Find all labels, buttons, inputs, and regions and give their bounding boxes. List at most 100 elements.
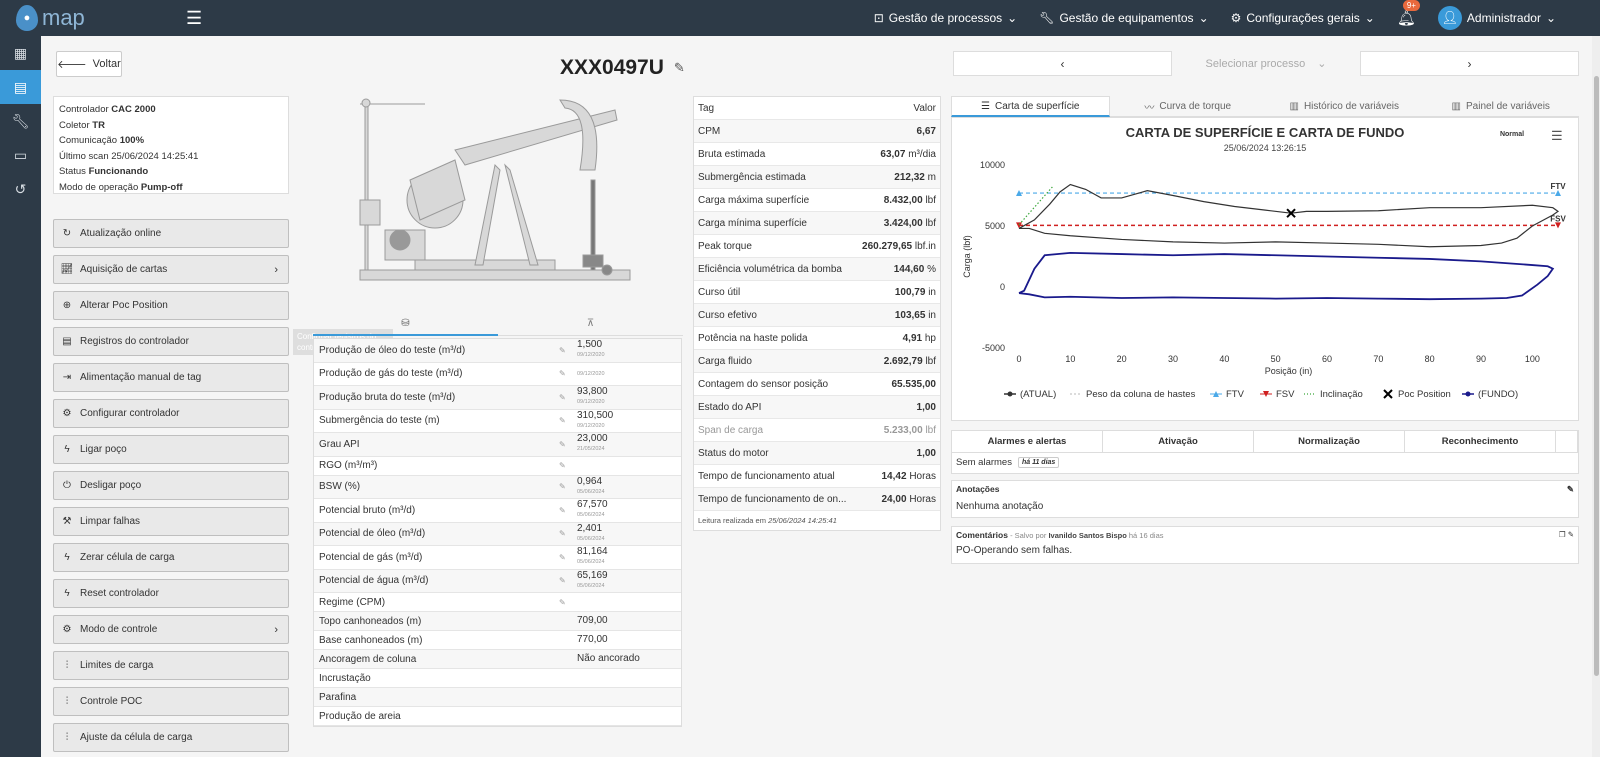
edit-value-icon[interactable]: ✎: [559, 553, 572, 562]
x-axis-label: Posição (in): [1265, 366, 1313, 376]
action-button[interactable]: ⚙ Configurar controlador: [53, 399, 289, 428]
tag-unit: in: [928, 309, 936, 321]
col-acknowledgement[interactable]: Reconhecimento: [1405, 431, 1556, 452]
power-icon: ⏻: [63, 480, 71, 491]
legend-item-label[interactable]: Poc Position: [1398, 389, 1451, 400]
row-value: 770,00: [572, 635, 681, 645]
edit-value-icon[interactable]: ✎: [559, 416, 572, 425]
legend-item-label[interactable]: FSV: [1276, 389, 1295, 400]
sidenav-monitor-icon[interactable]: ▭: [0, 138, 41, 172]
edit-value-icon[interactable]: ✎: [559, 529, 572, 538]
sliders-icon: ⫶: [65, 696, 69, 707]
edit-notes-icon[interactable]: ✎: [1567, 484, 1574, 495]
tab-torque-curve[interactable]: 〰 Curva de torque: [1109, 96, 1266, 117]
tab-variable-panel[interactable]: ▥ Painel de variáveis: [1422, 96, 1579, 117]
edit-value-icon[interactable]: ✎: [559, 506, 572, 515]
back-button[interactable]: 🡐 Voltar: [56, 51, 122, 77]
action-label: Controle POC: [80, 696, 143, 707]
brand-logo[interactable]: ● map: [16, 5, 166, 31]
reading-info: Leitura realizada em 25/06/2024 14:25:41: [694, 511, 940, 530]
table-row: Incrustação: [314, 669, 681, 688]
value-text: 2,401: [577, 522, 603, 534]
action-button[interactable]: ▤ Registros do controlador: [53, 327, 289, 356]
action-button[interactable]: ↻ Atualização online: [53, 219, 289, 248]
table-row: Curso útil 100,79 in: [694, 281, 940, 304]
action-button[interactable]: ⫶ Controle POC: [53, 687, 289, 716]
sidenav-dashboard-icon[interactable]: ▦: [0, 36, 41, 70]
edit-comment-icon[interactable]: ✎: [1568, 530, 1574, 539]
col-activation[interactable]: Ativação: [1103, 431, 1254, 452]
legend-marker: [1007, 391, 1013, 397]
edit-title-icon[interactable]: ✎: [674, 60, 685, 76]
tag-value: 4,91 hp: [903, 333, 936, 344]
comments-title: Comentários: [956, 530, 1008, 540]
action-button[interactable]: ϟ Reset controlador: [53, 579, 289, 608]
action-label: Alimentação manual de tag: [80, 372, 202, 383]
action-button[interactable]: ϟ Zerar célula de carga: [53, 543, 289, 572]
nav-processes[interactable]: ⊡ Gestão de processos ⌄: [874, 11, 1018, 25]
tab-surface-card[interactable]: ☰ Carta de superfície: [951, 96, 1110, 117]
edit-value-icon[interactable]: ✎: [559, 393, 572, 402]
registry-icon: ▤: [62, 336, 72, 347]
tag-value: 1,00: [917, 402, 936, 413]
tab-production[interactable]: ⛁: [313, 318, 498, 336]
tag-number: 4,91: [902, 332, 923, 344]
notifications-button[interactable]: 🔔︎ 9+: [1397, 0, 1420, 27]
list-icon: ☰: [981, 100, 990, 112]
action-button[interactable]: ⏻ Desligar poço: [53, 471, 289, 500]
next-process-button[interactable]: ›: [1360, 51, 1579, 76]
menu-toggle-icon[interactable]: ☰: [186, 8, 202, 29]
sidenav-history-icon[interactable]: ↺: [0, 172, 41, 206]
nav-settings[interactable]: ⚙ Configurações gerais ⌄: [1231, 11, 1375, 25]
legend-item-label[interactable]: (ATUAL): [1020, 389, 1056, 400]
x-tick-label: 80: [1425, 354, 1435, 364]
scrollbar-thumb[interactable]: [1594, 76, 1599, 676]
edit-value-icon[interactable]: ✎: [559, 598, 572, 607]
table-row: Status do motor 1,00: [694, 442, 940, 465]
tab-well-config[interactable]: ⊼: [498, 318, 683, 336]
action-button[interactable]: ⫶ Limites de carga: [53, 651, 289, 680]
valve-icon: ⊼: [586, 318, 595, 329]
legend-item-label[interactable]: FTV: [1226, 389, 1245, 400]
scrollbar[interactable]: [1592, 36, 1600, 757]
chevron-right-icon: ›: [274, 623, 278, 636]
table-row: Potencial bruto (m³/d) ✎ 67,570 05/06/2024: [314, 499, 681, 523]
user-menu[interactable]: 👤︎ Administrador ⌄: [1437, 6, 1556, 30]
chart-menu-icon[interactable]: ☰: [1551, 128, 1563, 143]
col-normalization[interactable]: Normalização: [1254, 431, 1405, 452]
edit-value-icon[interactable]: ✎: [559, 482, 572, 491]
prev-process-button[interactable]: ‹: [953, 51, 1172, 76]
no-alarms-text: Sem alarmes: [956, 457, 1012, 468]
back-label: Voltar: [92, 58, 121, 70]
tag-number: 6,67: [916, 125, 936, 137]
action-button[interactable]: ϟ Ligar poço: [53, 435, 289, 464]
edit-value-icon[interactable]: ✎: [559, 369, 572, 378]
copy-icon[interactable]: ❐: [1559, 530, 1566, 539]
nav-equipment[interactable]: 🔧︎ Gestão de equipamentos ⌄: [1039, 11, 1208, 25]
pumpjack-illustration: [359, 98, 631, 281]
edit-value-icon[interactable]: ✎: [559, 461, 572, 470]
value-date: 21/05/2024: [577, 446, 605, 453]
action-button[interactable]: ⊕ Alterar Poc Position: [53, 291, 289, 320]
legend-item-label[interactable]: (FUNDO): [1478, 389, 1518, 400]
edit-value-icon[interactable]: ✎: [559, 576, 572, 585]
edit-value-icon[interactable]: ✎: [559, 440, 572, 449]
action-button[interactable]: ⫶ Ajuste da célula de carga: [53, 723, 289, 752]
legend-item-label[interactable]: Inclinação: [1320, 389, 1363, 400]
action-button[interactable]: ⚙ Modo de controle ›: [53, 615, 289, 644]
sidenav-tools-icon[interactable]: 🔧︎: [0, 104, 41, 138]
sidenav-wells-icon[interactable]: ▤: [0, 70, 41, 104]
action-button[interactable]: 📈︎ Aquisição de cartas ›: [53, 255, 289, 284]
action-button[interactable]: ⚒ Limpar falhas: [53, 507, 289, 536]
tab-variable-history[interactable]: ▥ Histórico de variáveis: [1266, 96, 1423, 117]
legend-item-label[interactable]: Peso da coluna de hastes: [1086, 389, 1196, 400]
edit-value-icon[interactable]: ✎: [559, 346, 572, 355]
action-button[interactable]: ⇥ Alimentação manual de tag: [53, 363, 289, 392]
tag-number: 2.692,79: [883, 355, 923, 367]
col-alarms[interactable]: Alarmes e alertas: [952, 431, 1103, 452]
row-label: Potencial de água (m³/d): [319, 575, 429, 587]
process-select[interactable]: Selecionar processo ⌄: [1172, 51, 1360, 76]
tag-unit: in: [928, 286, 936, 298]
tag-number: 24,00: [881, 493, 907, 505]
table-row: Produção de areia: [314, 707, 681, 726]
